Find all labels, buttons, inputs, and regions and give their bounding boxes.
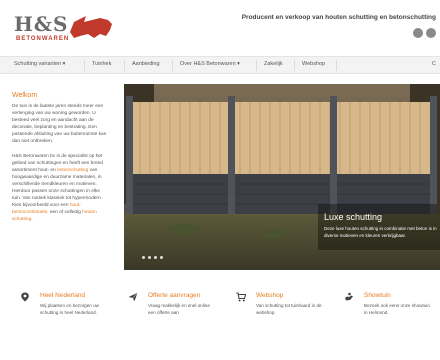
nav-item-tuinhek[interactable]: Tuinhek bbox=[92, 61, 111, 67]
facebook-icon[interactable] bbox=[413, 28, 423, 38]
slider-dot[interactable] bbox=[154, 256, 157, 259]
intro-text: , een of volledig bbox=[47, 210, 83, 216]
feature-title: Showtuin bbox=[364, 292, 391, 299]
nav-item-schutting-varianten[interactable]: Schutting varianten ▾ bbox=[14, 61, 65, 67]
hero-fence-image bbox=[124, 84, 440, 270]
map-marker-icon bbox=[21, 292, 29, 302]
logo-subtext: BETONWAREN bbox=[16, 36, 70, 42]
feature-text: Vraag makkelijk en snel online een offer… bbox=[148, 303, 210, 315]
intro-text: . bbox=[31, 217, 33, 223]
nav-divider bbox=[84, 60, 85, 71]
feature-text: Wij plaatsen en bezorgen uw schutting in… bbox=[40, 303, 99, 315]
pinterest-icon[interactable] bbox=[426, 28, 436, 38]
welcome-title: Welkom bbox=[12, 92, 38, 99]
welcome-paragraph: De tuin is de laatste jaren steeds meer … bbox=[12, 104, 107, 145]
slider-dots bbox=[142, 256, 163, 259]
nav-item-over-hs[interactable]: Over H&S Betonwaren ▾ bbox=[180, 61, 240, 67]
nav-divider bbox=[256, 60, 257, 71]
intro-paragraph: H&S Betonwaren bv is de specialist op he… bbox=[12, 153, 110, 224]
nav-item-webshop[interactable]: Webshop bbox=[302, 61, 325, 67]
betonschutting-link[interactable]: betonschutting bbox=[57, 168, 88, 173]
logo-text: H&S bbox=[14, 12, 69, 36]
feature-title: Webshop bbox=[256, 292, 284, 299]
nav-divider bbox=[294, 60, 295, 71]
slider-dot[interactable] bbox=[142, 256, 145, 259]
feature-title: Offerte aanvragen bbox=[148, 292, 201, 299]
welcome-section: Welkom De tuin is de laatste jaren steed… bbox=[12, 92, 110, 231]
site-logo[interactable]: H&S BETONWAREN bbox=[14, 12, 114, 46]
feature-title: Heel Nederland bbox=[40, 292, 86, 299]
site-header: H&S BETONWAREN Producent en verkoop van … bbox=[0, 0, 440, 52]
hero-slider[interactable]: Luxe schutting Deze luxe houten schuttin… bbox=[124, 84, 440, 270]
cart-icon bbox=[236, 292, 246, 302]
features-row: Heel Nederland Wij plaatsen en bezorgen … bbox=[0, 290, 440, 360]
rhino-logo-icon bbox=[70, 16, 112, 38]
hand-icon bbox=[345, 292, 353, 301]
nav-item-aanbieding[interactable]: Aanbieding bbox=[132, 61, 160, 67]
nav-divider bbox=[336, 60, 337, 71]
nav-divider bbox=[172, 60, 173, 71]
nav-item-trailing[interactable]: C bbox=[432, 61, 436, 67]
intro-text: van hoogwaardige en duurzame materialen,… bbox=[12, 167, 103, 209]
nav-item-zakelijk[interactable]: Zakelijk bbox=[264, 61, 283, 67]
slider-dot[interactable] bbox=[148, 256, 151, 259]
hero-caption: Deze luxe houten schutting in combinatie… bbox=[324, 226, 437, 238]
slider-dot[interactable] bbox=[160, 256, 163, 259]
site-tagline: Producent en verkoop van houten schuttin… bbox=[241, 14, 436, 21]
nav-divider bbox=[124, 60, 125, 71]
feature-text: Bezoek ook eens onze showtuin in Helmond… bbox=[364, 303, 430, 315]
social-links bbox=[413, 28, 436, 38]
paper-plane-icon bbox=[128, 292, 138, 302]
hero-title: Luxe schutting bbox=[324, 212, 383, 222]
feature-text: Van schutting tot tuinhaard in de websho… bbox=[256, 303, 322, 315]
main-nav: Schutting varianten ▾ Tuinhek Aanbieding… bbox=[0, 56, 440, 74]
